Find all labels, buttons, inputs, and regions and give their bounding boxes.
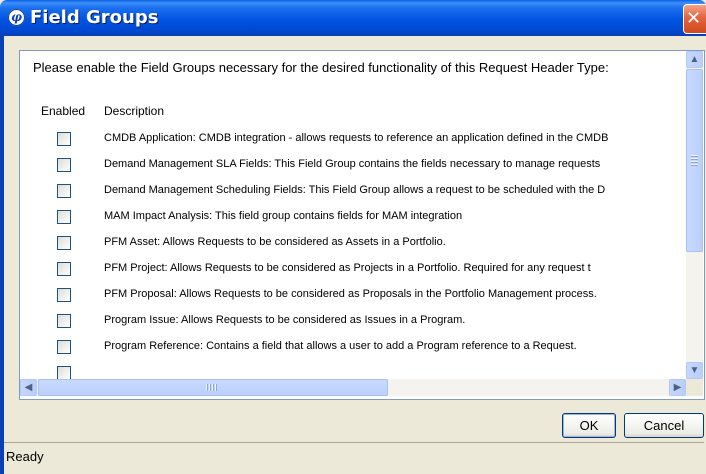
close-icon: ✕ [686,8,702,29]
field-groups-panel: Please enable the Field Groups necessary… [19,50,705,400]
grip-line [209,384,211,391]
grip-line [691,161,698,163]
column-header-description: Description [104,104,165,118]
enabled-checkbox[interactable] [57,340,71,354]
field-group-description: CMDB Application: CMDB integration - all… [104,132,609,144]
arrow-left-icon: ◀ [24,382,33,393]
scroll-up-button[interactable]: ▲ [686,51,703,68]
hp-logo-icon: φ [8,9,25,26]
scroll-down-button[interactable]: ▼ [686,362,703,379]
cancel-button[interactable]: Cancel [624,413,704,438]
list-item: Program Reference: Contains a field that… [20,339,686,365]
list-item: Demand Management Scheduling Fields: Thi… [20,183,686,209]
field-group-description: PFM Proposal: Allows Requests to be cons… [104,288,597,300]
arrow-down-icon: ▼ [689,365,700,376]
close-button[interactable]: ✕ [683,4,706,34]
field-group-list: CMDB Application: CMDB integration - all… [20,131,686,379]
field-group-description: PFM Project: Allows Requests to be consi… [104,262,591,274]
scrollbar-corner [686,379,703,396]
window-title: Field Groups [30,7,159,28]
list-item: CMDB Application: CMDB integration - all… [20,131,686,157]
vertical-scrollbar[interactable]: ▲ ▼ [686,51,703,379]
field-group-description: Demand Management SLA Fields: This Field… [104,158,601,170]
list-item: Demand Management SLA Fields: This Field… [20,157,686,183]
enabled-checkbox[interactable] [57,366,71,379]
field-group-description: MAM Impact Analysis: This field group co… [104,210,463,222]
horizontal-scroll-thumb[interactable] [38,379,388,396]
field-group-description: PFM Asset: Allows Requests to be conside… [104,236,446,248]
grip-line [691,164,698,166]
list-item [20,365,686,379]
arrow-right-icon: ▶ [673,382,682,393]
horizontal-scrollbar[interactable]: ◀ ▶ [20,379,686,396]
grip-line [212,384,214,391]
field-group-description: Program Issue: Allows Requests to be con… [104,314,466,326]
grip-line [691,155,698,157]
enabled-checkbox[interactable] [57,314,71,328]
title-bar[interactable]: φ Field Groups ✕ [0,0,706,36]
status-bar: Ready [4,442,704,474]
field-groups-dialog: φ Field Groups ✕ Please enable the Field… [0,0,706,474]
list-item: PFM Proposal: Allows Requests to be cons… [20,287,686,313]
list-item: Program Issue: Allows Requests to be con… [20,313,686,339]
list-item: PFM Project: Allows Requests to be consi… [20,261,686,287]
window-frame [0,36,4,474]
grip-line [206,384,208,391]
column-header-enabled: Enabled [41,104,86,118]
grip-line [691,158,698,160]
enabled-checkbox[interactable] [57,288,71,302]
enabled-checkbox[interactable] [57,236,71,250]
enabled-checkbox[interactable] [57,132,71,146]
field-group-description: Program Reference: Contains a field that… [104,340,577,352]
instructions-text: Please enable the Field Groups necessary… [33,60,609,75]
enabled-checkbox[interactable] [57,158,71,172]
scroll-left-button[interactable]: ◀ [20,379,37,396]
vertical-scroll-thumb[interactable] [686,69,703,252]
list-item: MAM Impact Analysis: This field group co… [20,209,686,235]
enabled-checkbox[interactable] [57,184,71,198]
ok-button[interactable]: OK [562,413,616,438]
status-text: Ready [6,449,44,464]
enabled-checkbox[interactable] [57,262,71,276]
grip-line [215,384,217,391]
field-group-description: Demand Management Scheduling Fields: Thi… [104,184,606,196]
enabled-checkbox[interactable] [57,210,71,224]
list-item: PFM Asset: Allows Requests to be conside… [20,235,686,261]
arrow-up-icon: ▲ [689,54,700,65]
scroll-right-button[interactable]: ▶ [669,379,686,396]
